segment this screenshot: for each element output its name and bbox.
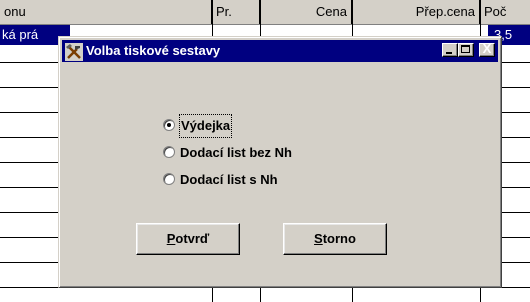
- close-button[interactable]: X: [479, 41, 495, 57]
- grid-header: onu Pr. Cena Přep.cena Poč: [0, 0, 530, 25]
- column-header-name[interactable]: onu: [0, 0, 212, 24]
- print-report-dialog: Volba tiskové sestavy X Výdejka Dodací l…: [58, 36, 502, 288]
- radio-button-checked[interactable]: [163, 119, 175, 131]
- option-label[interactable]: Dodací list bez Nh: [180, 142, 292, 164]
- option-label[interactable]: Dodací list s Nh: [180, 169, 278, 191]
- close-icon: X: [482, 41, 492, 56]
- option-label[interactable]: Výdejka: [178, 114, 233, 138]
- column-header-cena[interactable]: Cena: [260, 0, 352, 24]
- cancel-label: torno: [322, 231, 356, 246]
- maximize-button[interactable]: [458, 43, 474, 57]
- maximize-icon: [461, 45, 470, 53]
- dialog-titlebar[interactable]: Volba tiskové sestavy X: [62, 40, 498, 62]
- radio-button[interactable]: [163, 146, 175, 158]
- column-header-pocet[interactable]: Poč: [480, 0, 530, 24]
- cancel-button[interactable]: Storno: [283, 223, 387, 255]
- dialog-title: Volba tiskové sestavy: [86, 43, 221, 58]
- tools-icon: [65, 43, 83, 61]
- radio-button[interactable]: [163, 173, 175, 185]
- cancel-accelerator: S: [314, 231, 323, 246]
- column-header-pr[interactable]: Pr.: [212, 0, 260, 24]
- minimize-icon: [446, 52, 452, 54]
- confirm-button[interactable]: Potvrď: [136, 223, 240, 255]
- minimize-button[interactable]: [442, 43, 458, 57]
- confirm-label: otvrď: [175, 231, 210, 246]
- column-header-prep-cena[interactable]: Přep.cena: [352, 0, 480, 24]
